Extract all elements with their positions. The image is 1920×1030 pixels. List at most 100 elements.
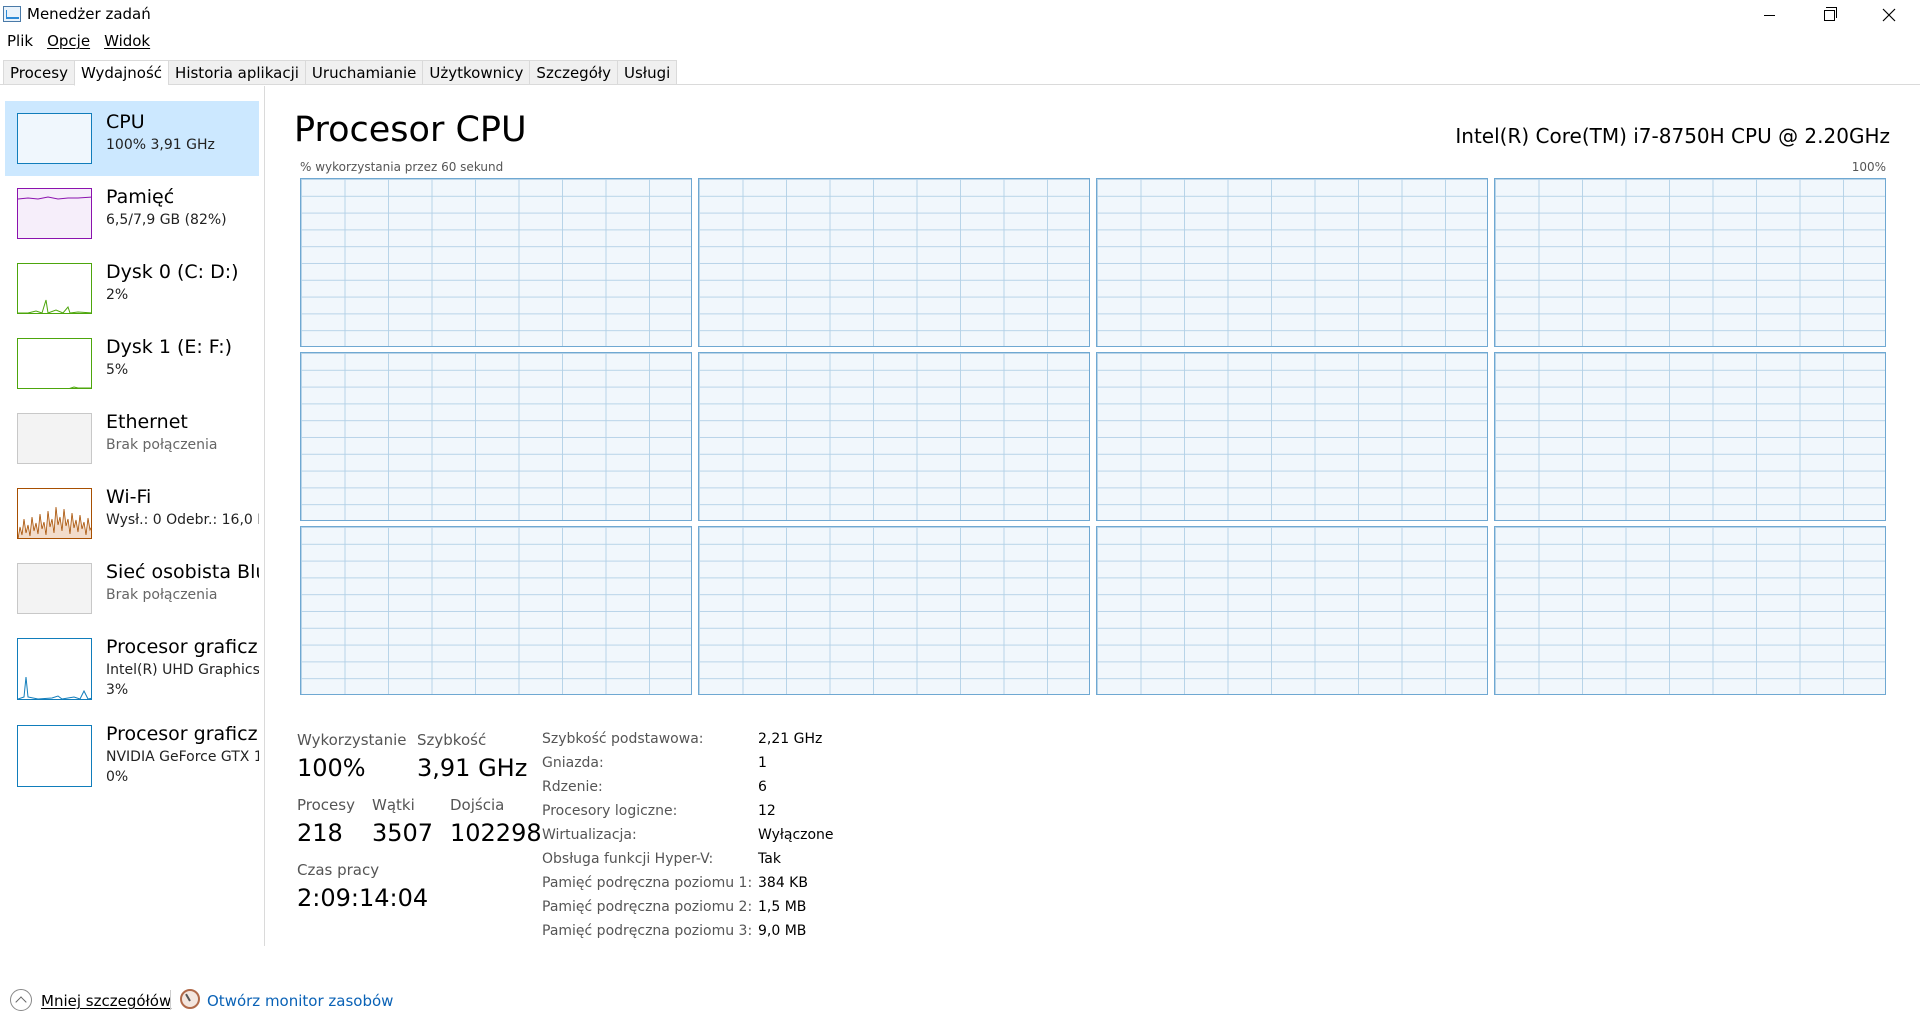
tab-uzytkownicy[interactable]: Użytkownicy — [422, 60, 530, 85]
close-button[interactable] — [1860, 0, 1918, 30]
sidebar-item-detail: 2% — [106, 287, 129, 303]
processes-label: Procesy — [297, 796, 355, 814]
disk-0-thumbnail — [17, 263, 92, 314]
threads-label: Wątki — [372, 796, 415, 814]
logical-processors-value: 12 — [758, 803, 776, 819]
tab-uruchamianie[interactable]: Uruchamianie — [304, 60, 423, 85]
graph-caption: % wykorzystania przez 60 sekund — [300, 160, 504, 174]
sidebar-item-detail: 6,5/7,9 GB (82%) — [106, 212, 227, 228]
sidebar-item-ethernet[interactable]: Ethernet Brak połączenia — [5, 401, 259, 476]
core-graph — [1494, 526, 1886, 695]
sidebar-item-cpu[interactable]: CPU 100% 3,91 GHz — [5, 101, 259, 176]
disk-1-thumbnail — [17, 338, 92, 389]
footer-divider — [170, 990, 171, 1010]
hyperv-label: Obsługa funkcji Hyper-V: — [542, 851, 714, 867]
collapse-icon[interactable] — [10, 989, 32, 1011]
speed-label: Szybkość — [417, 731, 487, 749]
open-resource-monitor-link[interactable]: Otwórz monitor zasobów — [207, 992, 393, 1010]
ethernet-thumbnail — [17, 413, 92, 464]
handles-value: 102298 — [450, 819, 542, 847]
core-graph — [698, 526, 1090, 695]
tab-wydajnosc[interactable]: Wydajność — [73, 60, 169, 86]
sidebar-item-title: Pamięć — [106, 186, 175, 208]
sidebar-item-memory[interactable]: Pamięć 6,5/7,9 GB (82%) — [5, 176, 259, 251]
sidebar-item-detail: Brak połączenia — [106, 437, 218, 453]
restore-icon — [1823, 6, 1837, 21]
memory-thumbnail — [17, 188, 92, 239]
sidebar-item-disk-0[interactable]: Dysk 0 (C: D:) 2% — [5, 251, 259, 326]
resource-monitor-icon[interactable] — [180, 989, 200, 1009]
speed-value: 3,91 GHz — [417, 754, 528, 782]
window-title: Menedżer zadań — [27, 5, 151, 23]
sidebar-item-title: Wi-Fi — [106, 486, 152, 508]
tab-bar: Procesy Wydajność Historia aplikacji Uru… — [0, 60, 1920, 86]
sidebar-item-detail: Wysł.: 0 Odebr.: 16,0 Kb/s — [106, 512, 259, 528]
less-details-link[interactable]: Mniej szczegółów — [41, 992, 171, 1010]
bluetooth-thumbnail — [17, 563, 92, 614]
sidebar-item-disk-1[interactable]: Dysk 1 (E: F:) 5% — [5, 326, 259, 401]
tab-uslugi[interactable]: Usługi — [617, 60, 678, 85]
sidebar-item-title: Ethernet — [106, 411, 188, 433]
tab-szczegoly[interactable]: Szczegóły — [529, 60, 618, 85]
tab-historia-aplikacji[interactable]: Historia aplikacji — [168, 60, 305, 85]
uptime-value: 2:09:14:04 — [297, 884, 429, 912]
sidebar-item-title: Procesor graficzny 0 — [106, 636, 259, 658]
l2-cache-label: Pamięć podręczna poziomu 2: — [542, 899, 753, 915]
core-graph — [1494, 178, 1886, 347]
core-graph — [1096, 352, 1488, 521]
l3-cache-label: Pamięć podręczna poziomu 3: — [542, 923, 753, 939]
gpu-0-thumbnail — [17, 638, 92, 700]
logical-processors-label: Procesory logiczne: — [542, 803, 678, 819]
close-icon — [1882, 8, 1896, 22]
core-graph — [1096, 178, 1488, 347]
virtualization-label: Wirtualizacja: — [542, 827, 637, 843]
task-manager-icon — [3, 6, 21, 22]
core-graph — [698, 178, 1090, 347]
cores-label: Rdzenie: — [542, 779, 603, 795]
base-speed-value: 2,21 GHz — [758, 731, 823, 747]
sidebar-item-title: CPU — [106, 111, 145, 133]
resource-sidebar: CPU 100% 3,91 GHz Pamięć 6,5/7,9 GB (82%… — [0, 86, 265, 946]
menu-widok[interactable]: Widok — [97, 30, 157, 52]
minimize-button[interactable] — [1740, 0, 1798, 30]
core-graph — [1494, 352, 1886, 521]
sidebar-item-bluetooth-network[interactable]: Sieć osobista Bluetooth Brak połączenia — [5, 551, 259, 626]
menu-plik[interactable]: Plik — [0, 30, 40, 52]
title-bar: Menedżer zadań — [0, 0, 1920, 30]
cpu-thumbnail — [17, 113, 92, 164]
processes-value: 218 — [297, 819, 343, 847]
sidebar-item-title: Sieć osobista Bluetooth — [106, 561, 259, 583]
utilization-value: 100% — [297, 754, 366, 782]
wifi-thumbnail — [17, 488, 92, 539]
cores-value: 6 — [758, 779, 767, 795]
sidebar-item-title: Dysk 1 (E: F:) — [106, 336, 233, 358]
sidebar-item-usage: 3% — [106, 682, 129, 698]
sidebar-item-detail: 5% — [106, 362, 129, 378]
l2-cache-value: 1,5 MB — [758, 899, 807, 915]
sidebar-item-detail: Intel(R) UHD Graphics 630 — [106, 662, 259, 678]
base-speed-label: Szybkość podstawowa: — [542, 731, 704, 747]
tab-procesy[interactable]: Procesy — [3, 60, 74, 85]
uptime-label: Czas pracy — [297, 861, 380, 879]
sidebar-item-detail: Brak połączenia — [106, 587, 218, 603]
core-graph — [300, 526, 692, 695]
sidebar-item-title: Dysk 0 (C: D:) — [106, 261, 239, 283]
sidebar-item-detail: 100% 3,91 GHz — [106, 137, 215, 153]
cpu-model-name: Intel(R) Core(TM) i7-8750H CPU @ 2.20GHz — [1455, 124, 1890, 148]
restore-button[interactable] — [1800, 0, 1858, 30]
sidebar-item-wifi[interactable]: Wi-Fi Wysł.: 0 Odebr.: 16,0 Kb/s — [5, 476, 259, 551]
page-title: Procesor CPU — [294, 110, 527, 150]
virtualization-value: Wyłączone — [758, 827, 834, 843]
sockets-label: Gniazda: — [542, 755, 604, 771]
l1-cache-value: 384 KB — [758, 875, 808, 891]
sidebar-item-gpu-0[interactable]: Procesor graficzny 0 Intel(R) UHD Graphi… — [5, 626, 259, 706]
core-graph — [300, 178, 692, 347]
threads-value: 3507 — [372, 819, 434, 847]
menu-bar: Plik Opcje Widok — [0, 30, 157, 52]
minimize-icon — [1763, 14, 1775, 16]
menu-opcje[interactable]: Opcje — [40, 30, 97, 52]
graph-max-label: 100% — [1851, 160, 1886, 174]
sidebar-item-usage: 0% — [106, 769, 129, 785]
footer-bar: Mniej szczegółów Otwórz monitor zasobów — [0, 984, 1920, 1018]
sidebar-item-gpu-1[interactable]: Procesor graficzny 1 NVIDIA GeForce GTX … — [5, 713, 259, 793]
